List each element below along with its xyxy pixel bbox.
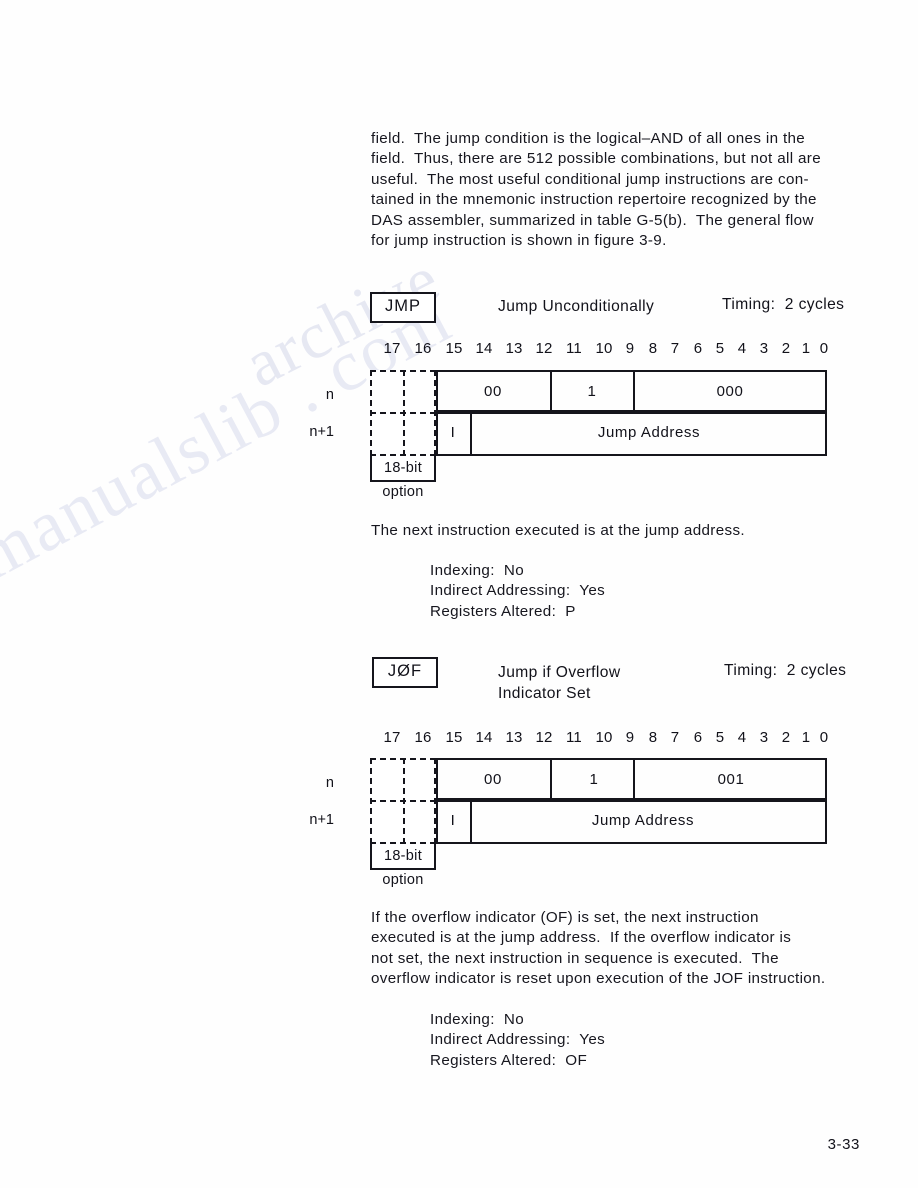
bit-label-8: 8 — [648, 340, 658, 357]
bit-label-5: 5 — [715, 729, 725, 746]
bit-label-12: 12 — [535, 340, 553, 357]
option-callout-box-jmp: 18-bit — [370, 456, 436, 482]
intro-paragraph: field. The jump condition is the logical… — [371, 130, 822, 250]
bit-label-5: 5 — [715, 340, 725, 357]
mnemonic-box-jof: JØF — [372, 657, 438, 688]
word-n-field-opcode-jmp: 000 — [716, 383, 744, 400]
word-n-divider-1-jmp — [550, 370, 552, 412]
word-n1-field-address-jmp: Jump Address — [597, 424, 701, 441]
bit-label-13: 13 — [505, 729, 523, 746]
bit-label-13: 13 — [505, 340, 523, 357]
jmp-attributes: Indexing: No Indirect Addressing: Yes Re… — [430, 562, 606, 620]
jof-description: If the overflow indicator (OF) is set, t… — [371, 909, 826, 988]
bit-label-4: 4 — [737, 729, 747, 746]
word-n1-field-i-jmp: I — [450, 424, 456, 441]
word-n-divider-1-jof — [550, 758, 552, 800]
bit-label-7: 7 — [670, 340, 680, 357]
word-n-divider-2-jmp — [633, 370, 635, 412]
bit-label-3: 3 — [759, 729, 769, 746]
bit-label-1: 1 — [801, 729, 811, 746]
word-n1-field-i-jof: I — [450, 812, 456, 829]
bit-label-3: 3 — [759, 340, 769, 357]
word-n-field-opcode-jof: 001 — [717, 771, 745, 788]
bit-label-0: 0 — [819, 729, 829, 746]
bit-label-6: 6 — [693, 340, 703, 357]
word-n-field-1-jof: 1 — [589, 771, 599, 788]
row-label-n-jof: n — [325, 775, 334, 791]
jmp-description: The next instruction executed is at the … — [371, 522, 745, 539]
word-n-field-1-jmp: 1 — [587, 383, 597, 400]
bit-label-17: 17 — [383, 340, 401, 357]
page-number: 3-33 — [827, 1136, 860, 1153]
row-label-n1-jof: n+1 — [309, 812, 334, 828]
instruction-title-jof: Jump if Overflow Indicator Set — [498, 664, 621, 702]
option-field-row-divider-jmp — [370, 412, 436, 414]
bit-label-15: 15 — [445, 340, 463, 357]
bit-label-7: 7 — [670, 729, 680, 746]
bit-label-11: 11 — [566, 729, 582, 746]
jof-attributes: Indexing: No Indirect Addressing: Yes Re… — [430, 1011, 606, 1069]
bit-label-4: 4 — [737, 340, 747, 357]
mnemonic-box-jmp: JMP — [370, 292, 436, 323]
word-n1-divider-1-jof — [470, 800, 472, 844]
bit-label-12: 12 — [535, 729, 553, 746]
bit-label-15: 15 — [445, 729, 463, 746]
bit-label-9: 9 — [625, 340, 635, 357]
word-n-divider-2-jof — [633, 758, 635, 800]
bit-label-8: 8 — [648, 729, 658, 746]
bit-label-10: 10 — [595, 729, 613, 746]
document-page: manualslib . com archive field. The jump… — [0, 0, 918, 1188]
option-callout-box-jof: 18-bit — [370, 844, 436, 870]
option-callout-caption-jof: option — [382, 872, 424, 888]
bit-label-9: 9 — [625, 729, 635, 746]
row-label-n1-jmp: n+1 — [309, 424, 334, 440]
option-field-row-divider-jof — [370, 800, 436, 802]
word-n-field-00-jof: 00 — [484, 771, 502, 788]
bit-label-2: 2 — [781, 729, 791, 746]
bit-label-14: 14 — [475, 340, 493, 357]
bit-label-14: 14 — [475, 729, 493, 746]
bit-label-11: 11 — [566, 340, 582, 357]
bit-label-17: 17 — [383, 729, 401, 746]
bit-label-1: 1 — [801, 340, 811, 357]
instruction-timing-jmp: Timing: 2 cycles — [722, 296, 845, 313]
word-n1-field-address-jof: Jump Address — [591, 812, 695, 829]
row-label-n-jmp: n — [325, 387, 334, 403]
option-callout-caption-jmp: option — [382, 484, 424, 500]
instruction-timing-jof: Timing: 2 cycles — [724, 662, 847, 679]
bit-label-16: 16 — [414, 729, 432, 746]
bit-label-2: 2 — [781, 340, 791, 357]
bit-label-16: 16 — [414, 340, 432, 357]
word-n-field-00-jmp: 00 — [484, 383, 502, 400]
bit-label-0: 0 — [819, 340, 829, 357]
instruction-title-jmp: Jump Unconditionally — [498, 298, 655, 315]
bit-label-10: 10 — [595, 340, 613, 357]
word-n1-divider-1-jmp — [470, 412, 472, 456]
bit-label-6: 6 — [693, 729, 703, 746]
